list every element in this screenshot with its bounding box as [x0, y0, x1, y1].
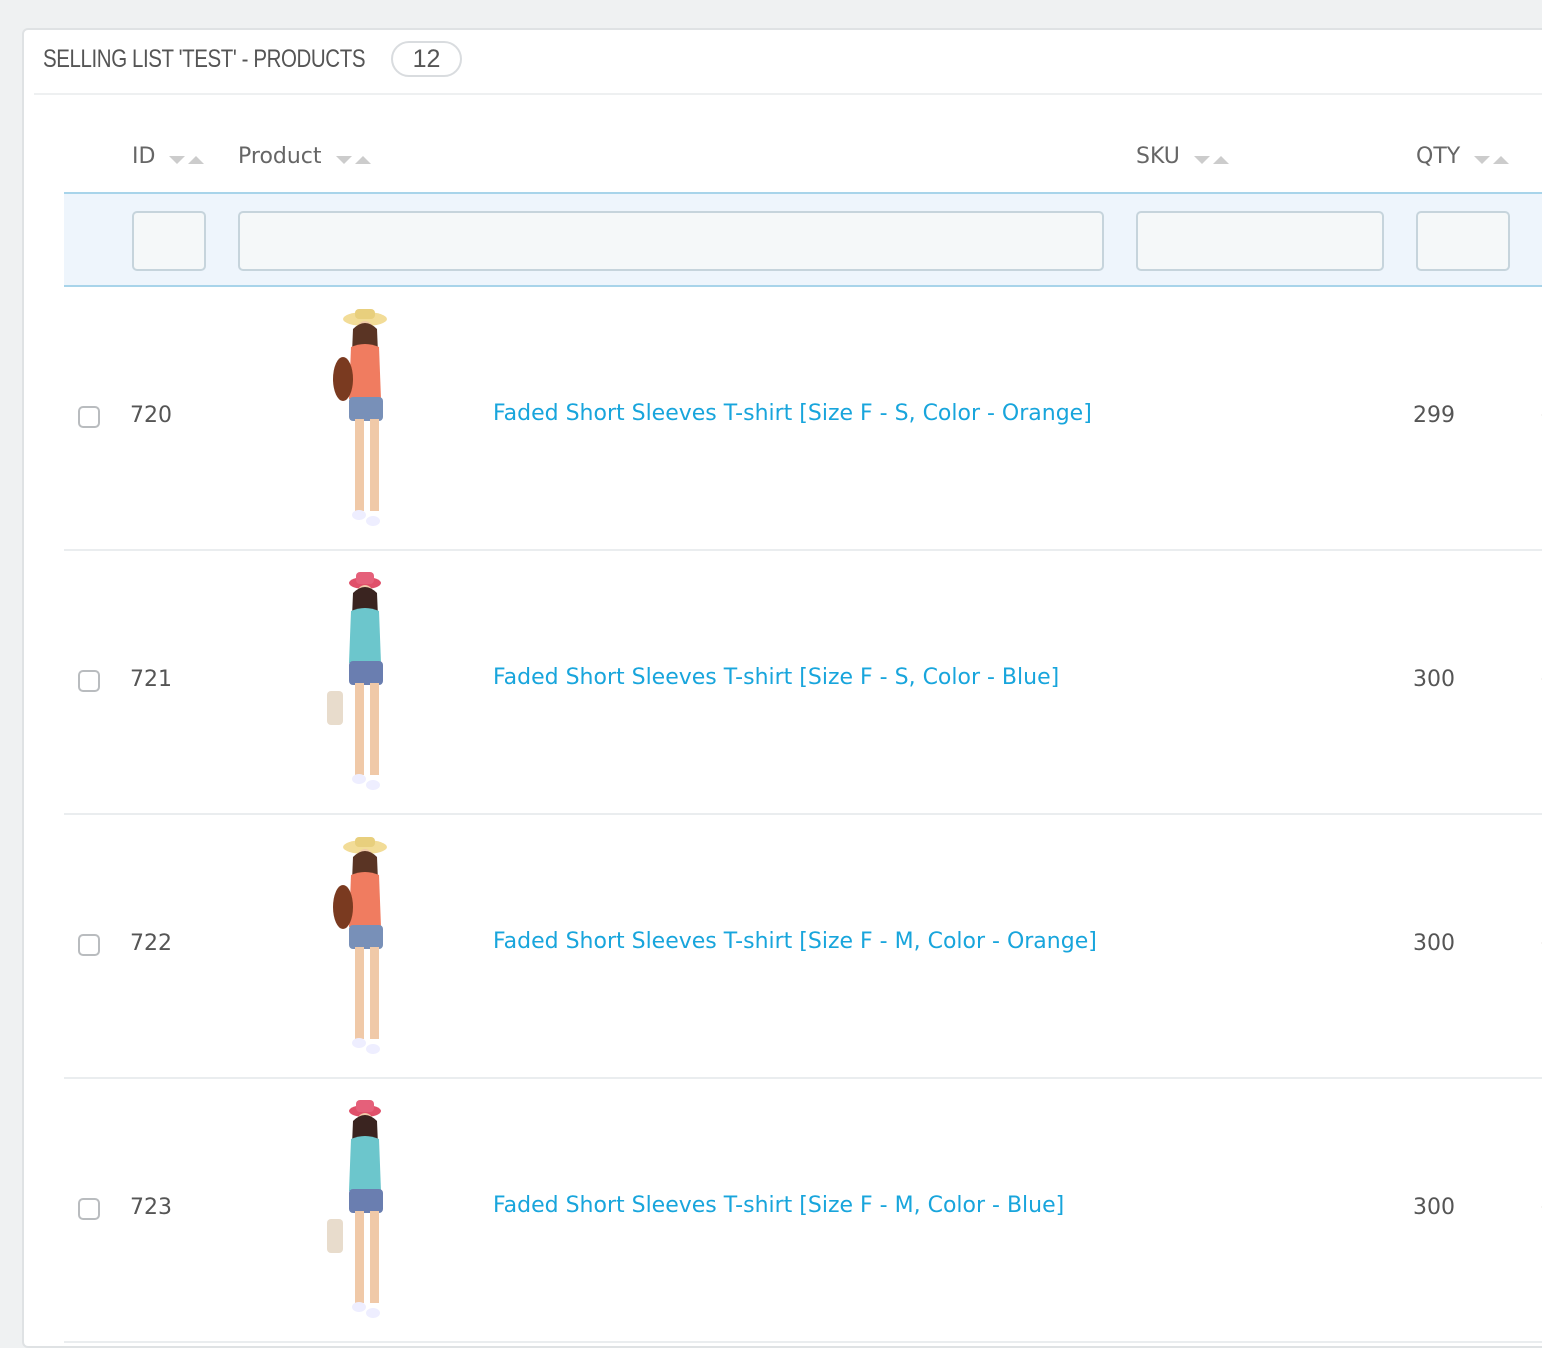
- row-id: 721: [130, 667, 172, 692]
- row-id: 720: [130, 403, 172, 428]
- filter-row: [64, 192, 1542, 287]
- column-header-label: Product: [238, 144, 322, 169]
- product-link[interactable]: Faded Short Sleeves T-shirt [Size F - S,…: [493, 401, 1092, 426]
- column-header-id[interactable]: ID: [132, 144, 205, 170]
- filter-sku-input[interactable]: [1136, 211, 1384, 271]
- row-checkbox[interactable]: [78, 406, 100, 428]
- column-header-product[interactable]: Product: [238, 144, 371, 170]
- table-row[interactable]: 722 Faded Short Sleeves T-shirt [Size F …: [64, 815, 1542, 1079]
- row-qty: 300: [1413, 1195, 1455, 1220]
- product-thumbnail[interactable]: [279, 825, 439, 1075]
- row-checkbox[interactable]: [78, 1198, 100, 1220]
- column-header-sku[interactable]: SKU: [1136, 144, 1229, 170]
- products-panel: SELLING LIST 'TEST' - PRODUCTS 12 ID Pro…: [22, 28, 1542, 1348]
- panel-title: SELLING LIST 'TEST' - PRODUCTS: [43, 45, 366, 73]
- product-count-badge: 12: [391, 41, 462, 77]
- sort-desc-icon[interactable]: [1474, 155, 1491, 164]
- row-qty: 300: [1413, 931, 1455, 956]
- column-header-qty[interactable]: QTY: [1416, 144, 1510, 170]
- product-thumbnail[interactable]: [279, 1089, 439, 1339]
- column-header-label: SKU: [1136, 144, 1180, 169]
- table-row[interactable]: 721 Faded Short Sleeves T-shirt [Size F …: [64, 551, 1542, 815]
- row-qty: 300: [1413, 667, 1455, 692]
- table-row[interactable]: 720 Faded Short Sleeves T-shirt [Size F …: [64, 287, 1542, 551]
- product-thumbnail[interactable]: [279, 561, 439, 811]
- sort-desc-icon[interactable]: [169, 155, 186, 164]
- panel-heading: SELLING LIST 'TEST' - PRODUCTS 12: [34, 30, 1542, 95]
- table-row[interactable]: 723 Faded Short Sleeves T-shirt [Size F …: [64, 1079, 1542, 1343]
- product-link[interactable]: Faded Short Sleeves T-shirt [Size F - M,…: [493, 1193, 1064, 1218]
- sort-desc-icon[interactable]: [1193, 155, 1210, 164]
- table-header-row: ID Product SKU QTY: [64, 124, 1542, 192]
- row-checkbox[interactable]: [78, 670, 100, 692]
- filter-id-input[interactable]: [132, 211, 206, 271]
- row-checkbox[interactable]: [78, 934, 100, 956]
- column-header-label: QTY: [1416, 144, 1461, 169]
- sort-asc-icon[interactable]: [354, 155, 371, 164]
- filter-qty-input[interactable]: [1416, 211, 1510, 271]
- product-thumbnail[interactable]: [279, 297, 439, 547]
- column-header-label: ID: [132, 144, 156, 169]
- row-qty: 299: [1413, 403, 1455, 428]
- sort-asc-icon[interactable]: [1493, 155, 1510, 164]
- row-id: 722: [130, 931, 172, 956]
- sort-asc-icon[interactable]: [188, 155, 205, 164]
- sort-desc-icon[interactable]: [335, 155, 352, 164]
- sort-asc-icon[interactable]: [1212, 155, 1229, 164]
- row-id: 723: [130, 1195, 172, 1220]
- filter-product-input[interactable]: [238, 211, 1104, 271]
- product-link[interactable]: Faded Short Sleeves T-shirt [Size F - M,…: [493, 929, 1097, 954]
- product-link[interactable]: Faded Short Sleeves T-shirt [Size F - S,…: [493, 665, 1059, 690]
